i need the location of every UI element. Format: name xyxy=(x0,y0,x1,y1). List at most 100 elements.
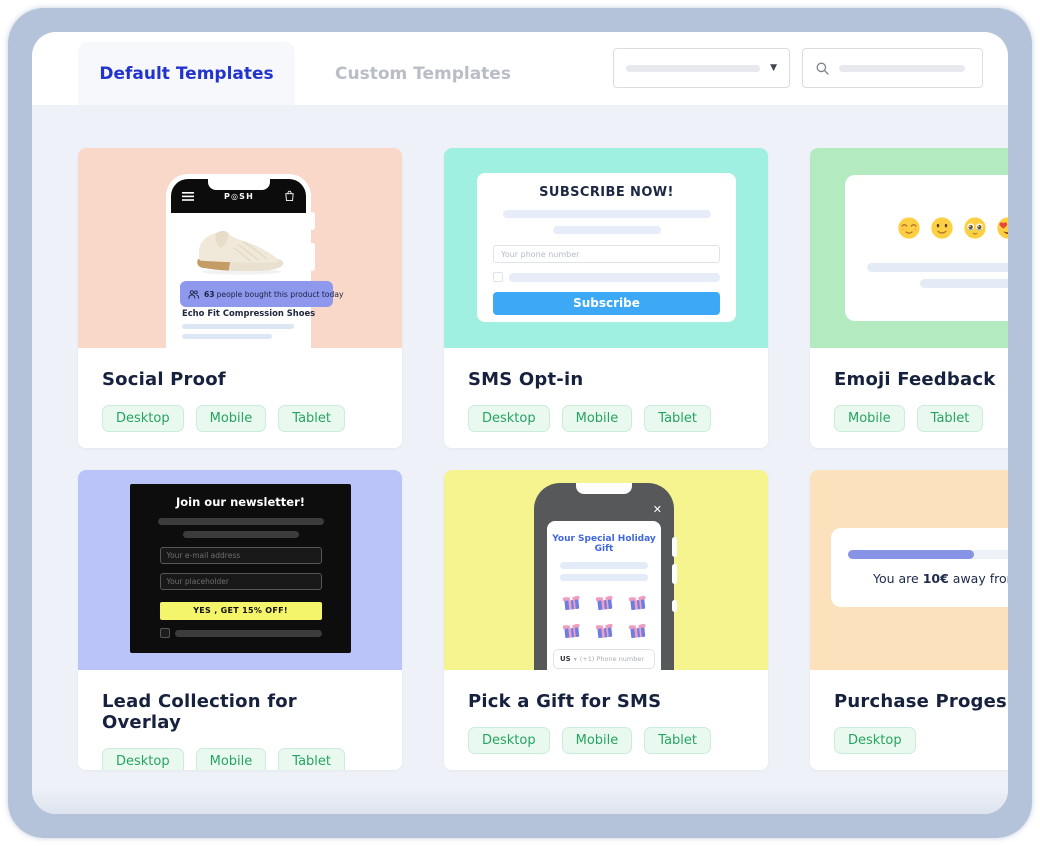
tag-tablet: Tablet xyxy=(278,405,345,432)
card-title: Social Proof xyxy=(102,369,226,390)
search-input[interactable] xyxy=(802,48,983,88)
gift-heading: Your Special Holiday Gift xyxy=(552,534,656,554)
tag-desktop: Desktop xyxy=(102,405,184,432)
email-field: Your e-mail address xyxy=(159,547,322,564)
social-proof-badge: 63 people bought this product today xyxy=(180,281,344,307)
tag-desktop: Desktop xyxy=(468,727,550,754)
card-title: Emoji Feedback xyxy=(834,369,996,390)
sneaker-product-image xyxy=(196,231,283,275)
subscribe-button: Subscribe xyxy=(493,292,720,315)
dropdown-placeholder-bar xyxy=(626,64,761,72)
template-card-social-proof[interactable]: P◎SH 63 people bought this product today… xyxy=(78,148,402,448)
phone-mockup: ✕ Your Special Holiday Gift US ▾ (+1) Ph… xyxy=(534,483,677,670)
chevron-down-icon: ▾ xyxy=(573,655,577,663)
tag-desktop: Desktop xyxy=(834,727,916,754)
tag-tablet: Tablet xyxy=(278,748,345,770)
sms-opt-in-preview: SUBSCRIBE NOW! Your phone number Subscri… xyxy=(444,148,768,348)
lead-collection-preview: Join our newsletter! Your e-mail address… xyxy=(78,470,402,670)
filter-dropdown[interactable]: ▼ xyxy=(613,48,790,88)
slightly-smiling-face-icon xyxy=(931,217,953,239)
heart-eyes-face-icon xyxy=(997,217,1008,239)
social-proof-preview: P◎SH 63 people bought this product today… xyxy=(78,148,402,348)
skeleton-line xyxy=(867,263,1008,272)
people-icon xyxy=(188,289,200,299)
skeleton-line xyxy=(182,324,294,329)
tag-tablet: Tablet xyxy=(644,405,711,432)
tab-custom-templates-label: Custom Templates xyxy=(335,63,511,84)
phone-number-field: Your phone number xyxy=(493,245,720,263)
gift-grid xyxy=(547,591,661,640)
relieved-face-icon xyxy=(898,217,920,239)
emoji-modal xyxy=(845,175,1008,321)
card-title: Lead Collection for Overlay xyxy=(102,691,297,733)
skeleton-line xyxy=(182,531,299,538)
gift-icon xyxy=(562,620,580,638)
card-title: Purchase Progess xyxy=(834,691,1008,712)
template-card-emoji-feedback[interactable]: Emoji Feedback Mobile Tablet xyxy=(810,148,1008,448)
tag-tablet: Tablet xyxy=(644,727,711,754)
gift-icon xyxy=(595,592,613,610)
subscribe-modal: SUBSCRIBE NOW! Your phone number Subscri… xyxy=(477,173,736,322)
phone-side-button xyxy=(672,537,677,557)
phone-number-field: US ▾ (+1) Phone number xyxy=(553,649,655,669)
tag-mobile: Mobile xyxy=(561,727,633,754)
template-card-lead-collection[interactable]: Join our newsletter! Your e-mail address… xyxy=(78,470,402,770)
pick-a-gift-preview: ✕ Your Special Holiday Gift US ▾ (+1) Ph… xyxy=(444,470,768,670)
pleading-face-icon xyxy=(964,217,986,239)
template-card-sms-opt-in[interactable]: SUBSCRIBE NOW! Your phone number Subscri… xyxy=(444,148,768,448)
offer-button: YES , GET 15% OFF! xyxy=(159,602,322,620)
skeleton-line xyxy=(502,210,711,218)
header: Default Templates Custom Templates ▼ xyxy=(32,32,1008,105)
card-title: SMS Opt-in xyxy=(468,369,584,390)
skeleton-line xyxy=(560,562,648,569)
templates-page: Default Templates Custom Templates ▼ P◎S… xyxy=(32,32,1008,814)
tag-desktop: Desktop xyxy=(468,405,550,432)
skeleton-line xyxy=(174,629,322,637)
gift-icon xyxy=(628,620,646,638)
skeleton-line xyxy=(552,226,661,234)
card-title: Pick a Gift for SMS xyxy=(468,691,662,712)
consent-checkbox xyxy=(493,272,503,282)
phone-side-button xyxy=(672,600,677,612)
placeholder-field: Your placeholder xyxy=(159,573,322,590)
tag-mobile: Mobile xyxy=(561,405,633,432)
badge-text: people bought this product today xyxy=(216,289,344,299)
tag-mobile: Mobile xyxy=(834,405,905,432)
skeleton-line xyxy=(182,334,272,339)
progress-bar-track xyxy=(848,550,1008,559)
skeleton-line xyxy=(157,518,324,525)
tab-custom-templates[interactable]: Custom Templates xyxy=(315,42,531,105)
tab-default-templates-label: Default Templates xyxy=(99,63,274,84)
tag-mobile: Mobile xyxy=(195,405,267,432)
badge-count: 63 xyxy=(204,289,215,299)
skeleton-line xyxy=(509,272,720,282)
tag-mobile: Mobile xyxy=(195,748,267,770)
close-icon: ✕ xyxy=(652,503,662,516)
phone-side-button xyxy=(310,243,315,271)
skeleton-line xyxy=(560,574,648,581)
caret-down-icon: ▼ xyxy=(770,63,777,73)
phone-side-button xyxy=(672,564,677,584)
tag-desktop: Desktop xyxy=(102,748,184,770)
country-code: US xyxy=(560,655,571,663)
gift-icon xyxy=(562,592,580,610)
modal-heading: Join our newsletter! xyxy=(176,495,305,509)
progress-widget: You are 10€ away from FRE xyxy=(831,528,1008,607)
skeleton-line xyxy=(920,279,1008,288)
consent-checkbox xyxy=(159,628,170,638)
window-frame: Default Templates Custom Templates ▼ P◎S… xyxy=(8,8,1032,838)
search-placeholder-bar xyxy=(839,64,965,72)
template-card-pick-a-gift[interactable]: ✕ Your Special Holiday Gift US ▾ (+1) Ph… xyxy=(444,470,768,770)
phone-placeholder: (+1) Phone number xyxy=(579,655,645,663)
search-icon xyxy=(816,62,829,75)
gift-icon xyxy=(595,620,613,638)
template-card-purchase-progress[interactable]: You are 10€ away from FRE Purchase Proge… xyxy=(810,470,1008,770)
app-logo: P◎SH xyxy=(223,191,255,201)
templates-grid: P◎SH 63 people bought this product today… xyxy=(32,105,1008,814)
progress-text: You are 10€ away from FRE xyxy=(873,571,1008,586)
shopping-bag-icon xyxy=(285,190,294,202)
tab-default-templates[interactable]: Default Templates xyxy=(78,42,295,105)
progress-bar-fill xyxy=(848,550,974,559)
product-name: Echo Fit Compression Shoes xyxy=(182,308,316,318)
phone-side-button xyxy=(310,212,315,230)
